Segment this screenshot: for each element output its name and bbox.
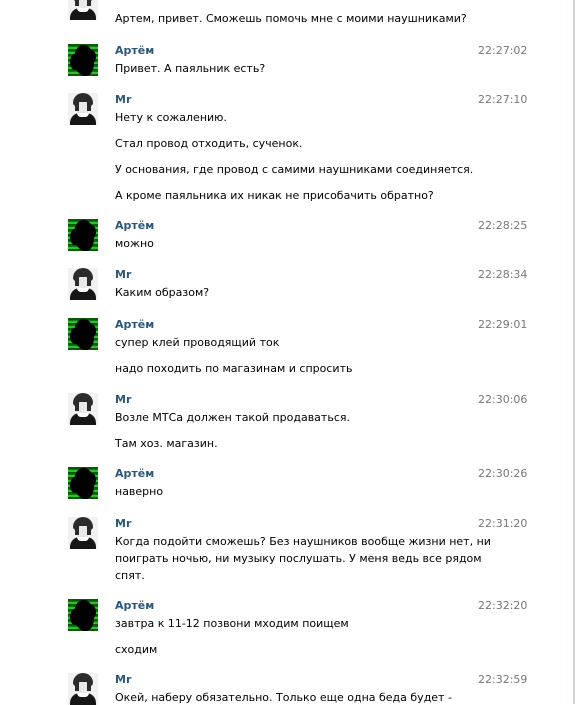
- author-name[interactable]: Артём: [115, 599, 154, 612]
- message-text: У основания, где провод с самими наушник…: [115, 163, 474, 176]
- message-timestamp: 22:30:26: [478, 467, 528, 480]
- message-timestamp: 22:28:25: [478, 219, 528, 232]
- message-timestamp: 22:27:02: [478, 44, 528, 57]
- message-text: поиграть ночью, ни музыку послушать. У м…: [115, 552, 482, 565]
- message-text: Когда подойти сможешь? Без наушников воо…: [115, 535, 491, 548]
- author-name[interactable]: Mr: [115, 0, 131, 1]
- author-name[interactable]: Артём: [115, 44, 154, 57]
- message-text: Там хоз. магазин.: [115, 437, 218, 450]
- message-text: Привет. А паяльник есть?: [115, 62, 266, 75]
- message-text: Окей, наберу обязательно. Только еще одн…: [115, 691, 452, 704]
- avatar[interactable]: [68, 393, 98, 425]
- message-text: наверно: [115, 485, 164, 498]
- message-timestamp: 22:32:59: [478, 673, 528, 686]
- author-name[interactable]: Артём: [115, 219, 154, 232]
- message-text: надо походить по магазинам и спросить: [115, 362, 353, 375]
- message-timestamp: 22:28:34: [478, 268, 528, 281]
- message-text: спят.: [115, 569, 145, 582]
- author-name[interactable]: Mr: [115, 93, 131, 106]
- avatar[interactable]: [68, 517, 98, 549]
- message-text: завтра к 11-12 позвони мходим поищем: [115, 617, 349, 630]
- avatar[interactable]: [68, 0, 98, 20]
- author-name[interactable]: Mr: [115, 268, 131, 281]
- message-timestamp: 22:27:10: [478, 93, 528, 106]
- author-name[interactable]: Mr: [115, 393, 131, 406]
- avatar[interactable]: [68, 467, 98, 499]
- message-timestamp: 22:29:01: [478, 318, 528, 331]
- avatar[interactable]: [68, 673, 98, 705]
- message-timestamp: 22:32:20: [478, 599, 528, 612]
- message-text: сходим: [115, 643, 158, 656]
- avatar[interactable]: [68, 318, 98, 350]
- avatar[interactable]: [68, 219, 98, 251]
- author-name[interactable]: Mr: [115, 673, 131, 686]
- message-text: Возле МТСа должен такой продаваться.: [115, 411, 350, 424]
- message-text: Стал провод отходить, сученок.: [115, 137, 303, 150]
- message-text: А кроме паяльника их никак не присобачит…: [115, 189, 434, 202]
- avatar[interactable]: [68, 268, 98, 300]
- avatar[interactable]: [68, 44, 98, 76]
- message-text: Нету к сожалению.: [115, 111, 227, 124]
- author-name[interactable]: Артём: [115, 318, 154, 331]
- message-timestamp: 22:31:20: [478, 517, 528, 530]
- message-text: можно: [115, 237, 154, 250]
- author-name[interactable]: Артём: [115, 467, 154, 480]
- message-text: Каким образом?: [115, 286, 210, 299]
- message-text: супер клей проводящий ток: [115, 336, 280, 349]
- avatar[interactable]: [68, 93, 98, 125]
- message-timestamp: 22:30:06: [478, 393, 528, 406]
- avatar[interactable]: [68, 599, 98, 631]
- author-name[interactable]: Mr: [115, 517, 131, 530]
- message-text: Артем, привет. Сможешь помочь мне с моим…: [115, 12, 467, 25]
